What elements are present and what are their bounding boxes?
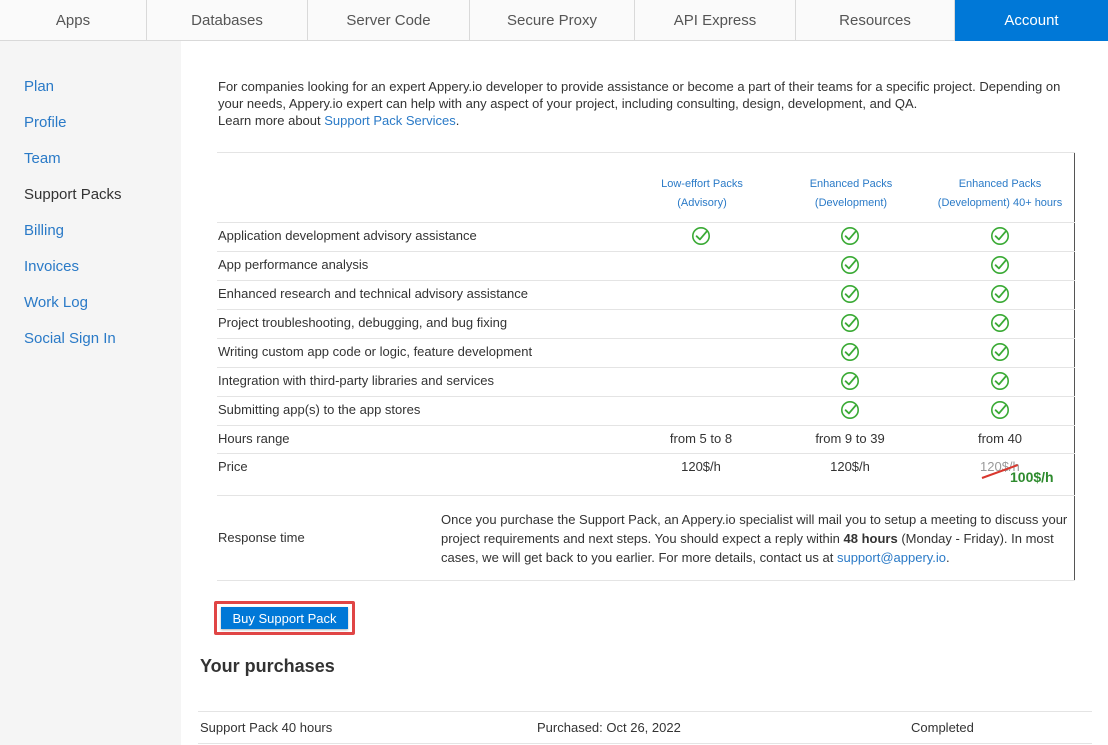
check-icon	[990, 371, 1010, 391]
feature-row-label: App performance analysis	[218, 257, 369, 272]
discounted-price: 100$/h	[1010, 469, 1054, 485]
table-divider	[217, 495, 1075, 496]
response-hours: 48 hours	[843, 531, 898, 546]
column-header-title: Enhanced Packs	[958, 178, 1042, 190]
column-header-title: Low-effort Packs	[661, 178, 743, 190]
column-header-subtitle: (Advisory)	[677, 197, 727, 209]
check-icon	[990, 255, 1010, 275]
learn-more-prefix: Learn more about	[218, 113, 325, 128]
tab-resources[interactable]: Resources	[796, 0, 955, 41]
purchase-date: Purchased: Oct 26, 2022	[537, 720, 681, 735]
intro-text: For companies looking for an expert Appe…	[218, 79, 1061, 111]
hours-range-label: Hours range	[218, 431, 290, 446]
table-divider	[217, 338, 1075, 339]
column-header-enhanced: Enhanced Packs (Development)	[776, 175, 926, 213]
sidebar-item-work-log[interactable]: Work Log	[24, 294, 88, 311]
buy-support-pack-button[interactable]: Buy Support Pack	[221, 607, 348, 629]
tab-api-express[interactable]: API Express	[635, 0, 796, 41]
check-icon	[990, 284, 1010, 304]
response-time-label: Response time	[218, 530, 305, 545]
table-divider	[217, 309, 1075, 310]
hours-range-low-effort: from 5 to 8	[669, 431, 733, 446]
check-icon	[990, 342, 1010, 362]
top-navigation: Apps Databases Server Code Secure Proxy …	[0, 0, 1108, 41]
table-divider	[217, 425, 1075, 426]
check-icon	[840, 284, 860, 304]
feature-row-label: Submitting app(s) to the app stores	[218, 402, 421, 417]
price-enhanced: 120$/h	[830, 459, 870, 474]
purchase-status: Completed	[911, 720, 974, 735]
sidebar-item-billing[interactable]: Billing	[24, 222, 64, 239]
column-header-title: Enhanced Packs	[809, 178, 893, 190]
purchases-divider	[198, 743, 1092, 744]
purchases-divider	[198, 711, 1092, 712]
sidebar-item-support-packs[interactable]: Support Packs	[24, 186, 122, 203]
support-email-link[interactable]: support@appery.io	[837, 550, 946, 565]
sidebar-item-social-sign-in[interactable]: Social Sign In	[24, 330, 116, 347]
support-pack-services-link[interactable]: Support Pack Services	[324, 113, 456, 128]
response-time-description: Once you purchase the Support Pack, an A…	[441, 510, 1071, 567]
column-header-subtitle: (Development)	[814, 197, 888, 209]
response-text: .	[946, 550, 950, 565]
check-icon	[990, 313, 1010, 333]
table-divider	[217, 453, 1075, 454]
table-divider	[217, 152, 1075, 153]
sidebar-item-invoices[interactable]: Invoices	[24, 258, 79, 275]
feature-row-label: Writing custom app code or logic, featur…	[218, 344, 533, 359]
table-divider	[217, 280, 1075, 281]
buy-button-highlight: Buy Support Pack	[214, 601, 355, 635]
purchase-name: Support Pack 40 hours	[200, 720, 333, 735]
sidebar-item-profile[interactable]: Profile	[24, 114, 67, 131]
table-divider	[217, 222, 1075, 223]
hours-range-enhanced-40plus: from 40	[977, 431, 1023, 446]
check-icon	[840, 371, 860, 391]
check-icon	[840, 255, 860, 275]
tab-databases[interactable]: Databases	[147, 0, 308, 41]
tab-server-code[interactable]: Server Code	[308, 0, 470, 41]
your-purchases-heading: Your purchases	[200, 656, 335, 676]
table-divider	[217, 580, 1075, 581]
column-header-low-effort: Low-effort Packs (Advisory)	[627, 175, 777, 213]
feature-row-label: Project troubleshooting, debugging, and …	[218, 315, 508, 330]
feature-row-label: Enhanced research and technical advisory…	[218, 286, 529, 301]
account-sidebar: Plan Profile Team Support Packs Billing …	[0, 41, 181, 745]
sidebar-item-plan[interactable]: Plan	[24, 78, 54, 95]
table-divider	[217, 367, 1075, 368]
check-icon	[840, 400, 860, 420]
tab-secure-proxy[interactable]: Secure Proxy	[470, 0, 635, 41]
check-icon	[840, 313, 860, 333]
tab-apps[interactable]: Apps	[0, 0, 147, 41]
support-packs-intro: For companies looking for an expert Appe…	[218, 78, 1078, 129]
check-icon	[840, 342, 860, 362]
hours-range-enhanced: from 9 to 39	[815, 431, 885, 446]
check-icon	[691, 226, 711, 246]
learn-more-suffix: .	[455, 113, 460, 128]
check-icon	[840, 226, 860, 246]
feature-row-label: Integration with third-party libraries a…	[218, 373, 495, 388]
price-label: Price	[218, 459, 248, 474]
table-divider	[217, 251, 1075, 252]
feature-row-label: Application development advisory assista…	[218, 228, 477, 243]
table-divider	[217, 396, 1075, 397]
check-icon	[990, 400, 1010, 420]
column-header-enhanced-40plus: Enhanced Packs (Development) 40+ hours	[925, 175, 1075, 213]
tab-account[interactable]: Account	[955, 0, 1108, 41]
check-icon	[990, 226, 1010, 246]
column-header-subtitle: (Development) 40+ hours	[937, 197, 1063, 209]
price-low-effort: 120$/h	[681, 459, 721, 474]
sidebar-item-team[interactable]: Team	[24, 150, 61, 167]
